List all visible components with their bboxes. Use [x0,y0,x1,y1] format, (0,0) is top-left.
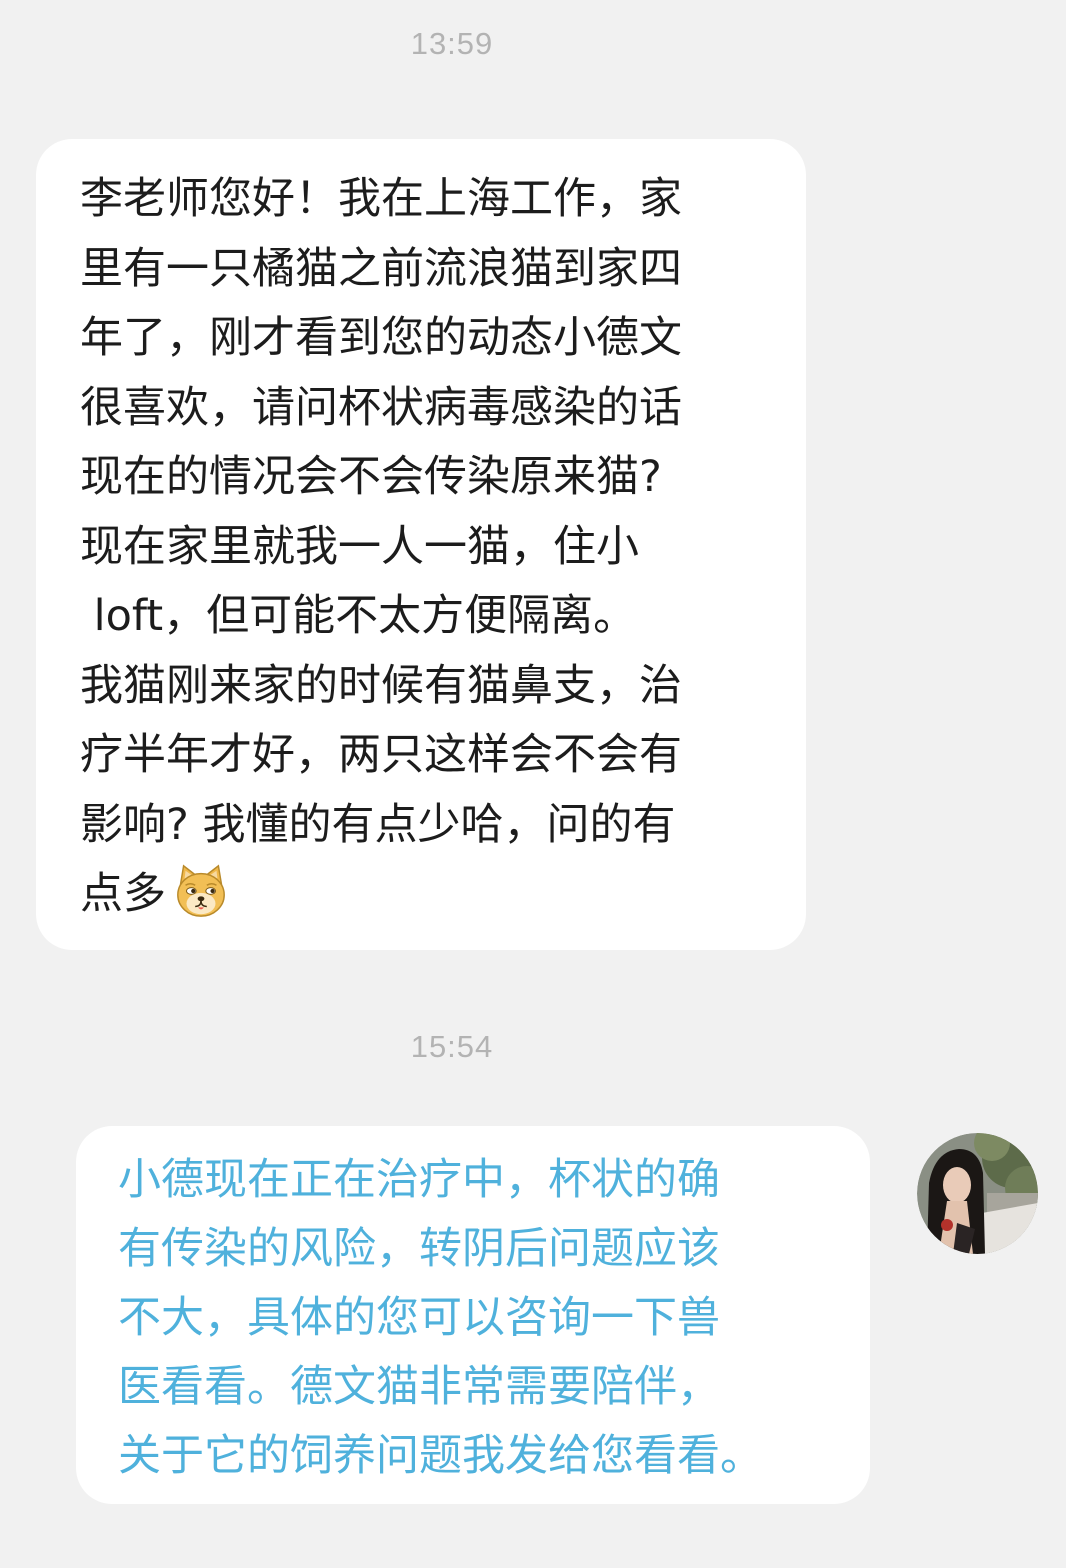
incoming-message-text: 李老师您好！我在上海工作，家 里有一只橘猫之前流浪猫到家四 年了，刚才看到您的动… [80,165,766,930]
message-line: 我猫刚来家的时候有猫鼻支，治 [80,660,682,711]
message-line: 李老师您好！我在上海工作，家 [80,174,682,224]
incoming-message-bubble[interactable]: 李老师您好！我在上海工作，家 里有一只橘猫之前流浪猫到家四 年了，刚才看到您的动… [36,139,806,950]
message-line: 现在的情况会不会传染原来猫? [80,452,662,502]
message-line: 很喜欢，请问杯状病毒感染的话 [80,382,682,433]
doge-emoji-icon [177,864,225,917]
message-line: 不大，具体的您可以咨询一下兽 [118,1293,720,1343]
message-line: 现在家里就我一人一猫，住小 [80,521,639,572]
timestamp-1: 13:59 [410,26,494,61]
message-line: 医看看。德文猫非常需要陪伴， [118,1362,720,1412]
timestamp-2: 15:54 [410,1029,494,1064]
message-line: 疗半年才好，两只这样会不会有 [80,730,682,780]
outgoing-message-bubble[interactable]: 小德现在正在治疗中，杯状的确 有传染的风险，转阴后问题应该 不大，具体的您可以咨… [76,1126,870,1504]
message-line: loft，但可能不太方便隔离。 [80,591,637,641]
message-line: 关于它的饲养问题我发给您看看。 [118,1431,763,1481]
message-line: 小德现在正在治疗中，杯状的确 [118,1155,720,1205]
avatar-photo-icon [917,1133,1038,1254]
message-line: 有传染的风险，转阴后问题应该 [118,1224,720,1274]
outgoing-message-text: 小德现在正在治疗中，杯状的确 有传染的风险，转阴后问题应该 不大，具体的您可以咨… [118,1146,850,1491]
user-avatar[interactable] [917,1133,1038,1254]
message-line: 年了，刚才看到您的动态小德文 [80,313,682,363]
message-line: 里有一只橘猫之前流浪猫到家四 [80,243,682,294]
message-line: 影响? 我懂的有点少哈，问的有 [80,799,676,850]
message-line: 点多 [80,869,166,919]
